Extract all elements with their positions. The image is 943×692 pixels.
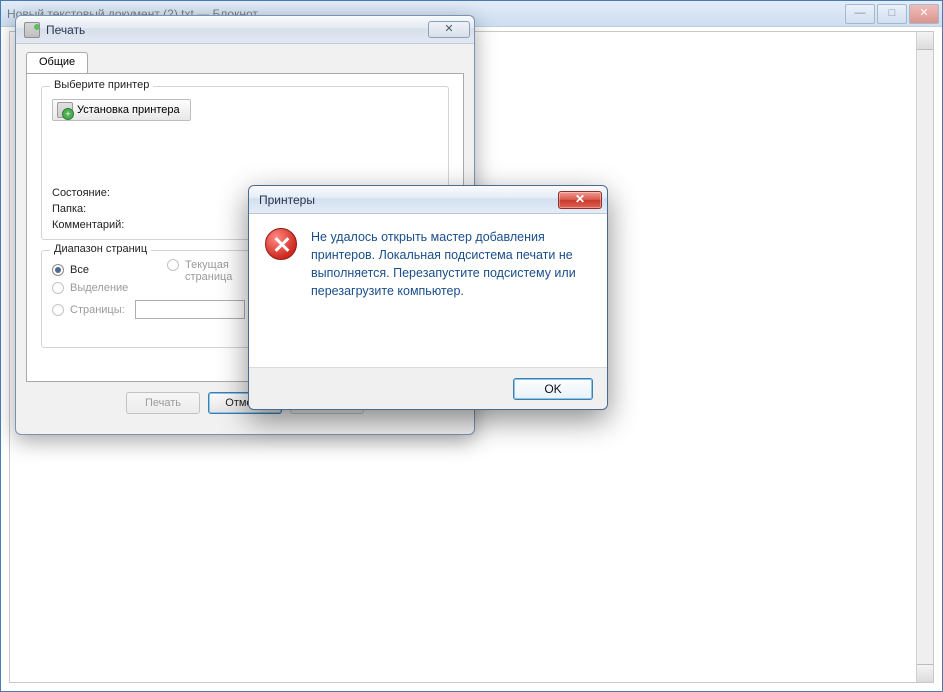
range-current-row: Текущая страница (167, 259, 245, 283)
error-dialog-body: Не удалось открыть мастер добавления при… (249, 214, 607, 367)
maximize-button[interactable]: □ (877, 4, 907, 24)
range-pages-label: Страницы: (70, 304, 125, 316)
printer-icon (24, 22, 40, 38)
error-dialog-footer: OK (249, 367, 607, 409)
print-dialog-titlebar: Печать ✕ (16, 16, 474, 44)
error-dialog-title: Принтеры (259, 193, 315, 207)
select-printer-group-label: Выберите принтер (50, 79, 153, 91)
install-printer-item[interactable]: Установка принтера (52, 99, 191, 121)
print-dialog-title: Печать (46, 23, 85, 37)
error-message: Не удалось открыть мастер добавления при… (311, 228, 591, 361)
pages-input[interactable] (135, 300, 245, 319)
error-icon (265, 228, 297, 260)
radio-current (167, 259, 179, 271)
tab-general[interactable]: Общие (26, 52, 88, 74)
window-controls: — □ ✕ (844, 2, 940, 26)
install-printer-label: Установка принтера (77, 104, 180, 116)
minimize-button[interactable]: — (845, 4, 875, 24)
print-dialog-close-button[interactable]: ✕ (428, 21, 470, 38)
error-dialog: Принтеры ✕ Не удалось открыть мастер доб… (248, 185, 608, 410)
printer-list[interactable]: Установка принтера (52, 99, 438, 181)
radio-pages (52, 304, 64, 316)
range-all-label: Все (70, 264, 89, 276)
error-ok-button[interactable]: OK (513, 378, 593, 400)
add-printer-icon (57, 102, 73, 118)
close-button[interactable]: ✕ (909, 4, 939, 24)
print-button: Печать (126, 392, 200, 414)
range-selection-label: Выделение (70, 282, 128, 294)
status-label: Состояние: (52, 187, 124, 199)
folder-label: Папка: (52, 203, 124, 215)
range-current-label: Текущая страница (185, 259, 245, 283)
radio-all[interactable] (52, 264, 64, 276)
error-dialog-titlebar: Принтеры ✕ (249, 186, 607, 214)
tabstrip: Общие (26, 52, 464, 74)
vertical-scrollbar[interactable] (916, 32, 933, 682)
error-dialog-close-button[interactable]: ✕ (558, 191, 602, 209)
comment-label: Комментарий: (52, 219, 124, 231)
radio-selection (52, 282, 64, 294)
page-range-group-label: Диапазон страниц (50, 243, 151, 255)
